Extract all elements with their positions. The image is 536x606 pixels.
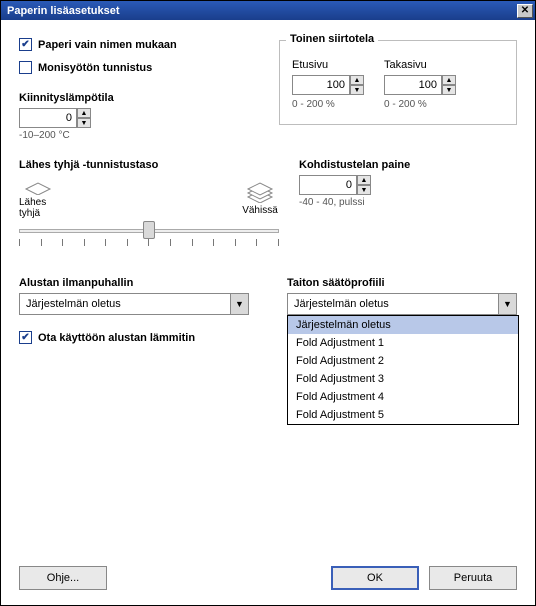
fold-dropdown[interactable]: Järjestelmän oletus ▼ Järjestelmän oletu… (287, 293, 517, 315)
aligner-down[interactable]: ▼ (357, 185, 371, 195)
fold-option[interactable]: Fold Adjustment 5 (288, 406, 518, 424)
tray-heater-label: Ota käyttöön alustan lämmitin (38, 332, 195, 344)
fuser-temp-input[interactable] (19, 108, 77, 128)
fuser-temp-label: Kiinnityslämpötila (19, 92, 279, 104)
threshold-label: Lähes tyhjä -tunnistustaso (19, 159, 279, 171)
aligner-label: Kohdistustelan paine (299, 159, 517, 171)
transfer-roll-group: Toinen siirtotela Etusivu ▲ ▼ 0 (279, 40, 517, 125)
fold-label: Taiton säätöprofiili (287, 277, 517, 289)
blower-label: Alustan ilmanpuhallin (19, 277, 267, 289)
fold-selected: Järjestelmän oletus (288, 298, 498, 310)
threshold-right: Vähissä (242, 205, 278, 216)
multifeed-checkbox[interactable]: Monisyötön tunnistus (19, 61, 279, 74)
front-down[interactable]: ▼ (350, 85, 364, 95)
front-range: 0 - 200 % (292, 99, 364, 110)
stack-high-icon (245, 181, 275, 203)
front-label: Etusivu (292, 59, 364, 71)
cancel-button[interactable]: Peruuta (429, 566, 517, 590)
back-down[interactable]: ▼ (442, 85, 456, 95)
multifeed-label: Monisyötön tunnistus (38, 62, 152, 74)
paper-by-name-checkbox[interactable]: Paperi vain nimen mukaan (19, 38, 279, 51)
front-up[interactable]: ▲ (350, 75, 364, 85)
transfer-roll-legend: Toinen siirtotela (286, 33, 378, 45)
fuser-temp-up[interactable]: ▲ (77, 108, 91, 118)
dialog-window: Paperin lisäasetukset ✕ Paperi vain nime… (0, 0, 536, 606)
blower-dropdown[interactable]: Järjestelmän oletus ▼ (19, 293, 249, 315)
help-button[interactable]: Ohje... (19, 566, 107, 590)
fold-option[interactable]: Fold Adjustment 1 (288, 334, 518, 352)
chevron-down-icon[interactable]: ▼ (230, 294, 248, 314)
stack-low-icon (23, 177, 53, 195)
threshold-left: Lähes tyhjä (19, 197, 57, 219)
fuser-temp-range: -10–200 °C (19, 130, 279, 141)
close-button[interactable]: ✕ (517, 4, 533, 18)
checkbox-icon (19, 331, 32, 344)
threshold-slider[interactable] (19, 223, 279, 259)
front-input[interactable] (292, 75, 350, 95)
aligner-input[interactable] (299, 175, 357, 195)
back-input[interactable] (384, 75, 442, 95)
checkbox-icon (19, 38, 32, 51)
back-label: Takasivu (384, 59, 456, 71)
fold-dropdown-list: Järjestelmän oletus Fold Adjustment 1 Fo… (287, 315, 519, 425)
paper-by-name-label: Paperi vain nimen mukaan (38, 39, 177, 51)
window-title: Paperin lisäasetukset (7, 5, 517, 17)
checkbox-icon (19, 61, 32, 74)
titlebar: Paperin lisäasetukset ✕ (1, 1, 535, 20)
content-area: Paperi vain nimen mukaan Monisyötön tunn… (1, 20, 535, 551)
fold-option[interactable]: Fold Adjustment 3 (288, 370, 518, 388)
fold-option[interactable]: Järjestelmän oletus (288, 316, 518, 334)
fuser-temp-down[interactable]: ▼ (77, 118, 91, 128)
blower-selected: Järjestelmän oletus (20, 298, 230, 310)
aligner-range: -40 - 40, pulssi (299, 197, 517, 208)
button-bar: Ohje... OK Peruuta (1, 551, 535, 605)
chevron-down-icon[interactable]: ▼ (498, 294, 516, 314)
ok-button[interactable]: OK (331, 566, 419, 590)
back-up[interactable]: ▲ (442, 75, 456, 85)
aligner-up[interactable]: ▲ (357, 175, 371, 185)
fold-option[interactable]: Fold Adjustment 4 (288, 388, 518, 406)
tray-heater-checkbox[interactable]: Ota käyttöön alustan lämmitin (19, 331, 267, 344)
slider-thumb[interactable] (143, 221, 155, 239)
back-range: 0 - 200 % (384, 99, 456, 110)
fold-option[interactable]: Fold Adjustment 2 (288, 352, 518, 370)
